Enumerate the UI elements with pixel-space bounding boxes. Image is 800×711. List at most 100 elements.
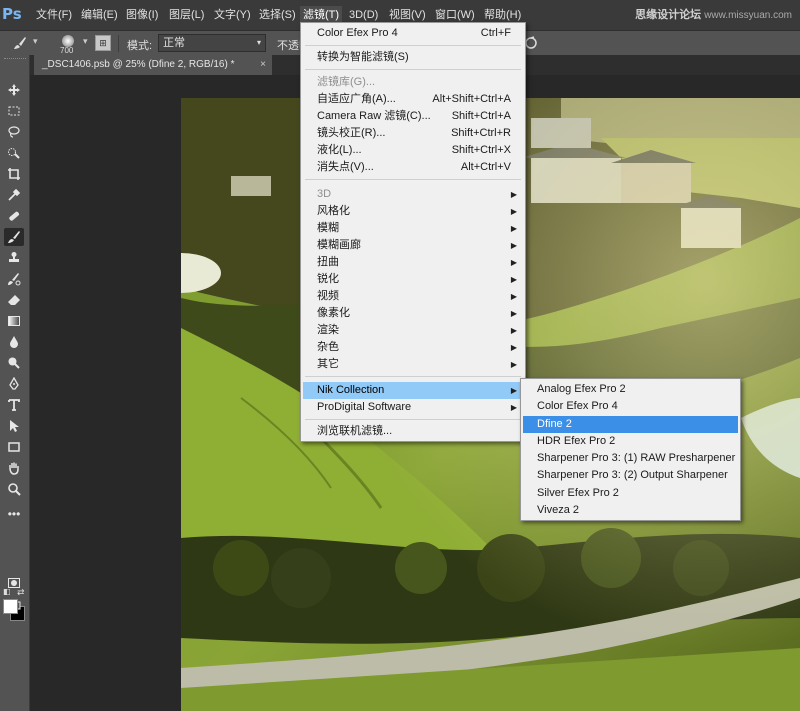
nik-item-analog-efex[interactable]: Analog Efex Pro 2 (523, 381, 738, 398)
watermark-url: www.missyuan.com (704, 10, 792, 21)
submenu-arrow-icon: ▶ (510, 207, 517, 216)
filter-menu-item-blur[interactable]: 模糊 ▶ (303, 220, 523, 237)
submenu-arrow-icon: ▶ (510, 360, 517, 369)
foreground-color-swatch[interactable] (3, 599, 18, 614)
filter-menu-item-vanishing-point[interactable]: 消失点(V)... Alt+Ctrl+V (303, 159, 523, 176)
submenu-arrow-icon: ▶ (510, 326, 517, 335)
menu-file[interactable]: 文件(F) (33, 6, 75, 24)
dodge-icon[interactable] (4, 354, 24, 372)
zoom-icon[interactable] (4, 480, 24, 498)
photoshop-logo: Ps (2, 5, 22, 23)
document-tab[interactable]: _DSC1406.psb @ 25% (Dfine 2, RGB/16) * × (34, 55, 272, 75)
gradient-icon[interactable] (4, 312, 24, 330)
pen-icon[interactable] (4, 375, 24, 393)
menu-select[interactable]: 选择(S) (256, 6, 299, 24)
filter-menu-item-liquify[interactable]: 液化(L)... Shift+Ctrl+X (303, 142, 523, 159)
filter-menu-item-stylize[interactable]: 风格化 ▶ (303, 203, 523, 220)
submenu-arrow-icon: ▶ (510, 403, 517, 412)
filter-menu-item-adaptive-wide-angle[interactable]: 自适应广角(A)... Alt+Shift+Ctrl+A (303, 91, 523, 108)
filter-menu-item-sharpen[interactable]: 锐化 ▶ (303, 271, 523, 288)
brush-panel-toggle-icon[interactable]: ⊞ (95, 35, 111, 51)
filter-menu-item-distort[interactable]: 扭曲 ▶ (303, 254, 523, 271)
nik-item-viveza[interactable]: Viveza 2 (523, 502, 738, 519)
menu-separator (305, 419, 521, 420)
nik-item-hdr-efex[interactable]: HDR Efex Pro 2 (523, 433, 738, 450)
brush-tool-preset-icon[interactable] (12, 35, 28, 51)
filter-menu-item-blur-gallery[interactable]: 模糊画廊 ▶ (303, 237, 523, 254)
filter-menu-item-gallery: 滤镜库(G)... (317, 76, 376, 88)
clone-stamp-icon[interactable] (4, 249, 24, 267)
submenu-arrow-icon: ▶ (510, 224, 517, 233)
quick-select-icon[interactable] (4, 144, 24, 162)
close-icon[interactable]: × (260, 55, 266, 75)
menu-layer[interactable]: 图层(L) (166, 6, 207, 24)
menu-separator (305, 179, 521, 180)
filter-menu-item-last-filter[interactable]: Color Efex Pro 4 Ctrl+F (303, 25, 523, 42)
more-tools-icon[interactable]: ••• (4, 505, 24, 523)
brush-size-picker[interactable]: 700 (55, 33, 81, 55)
menu-type[interactable]: 文字(Y) (211, 6, 254, 24)
chevron-down-icon[interactable]: ▾ (83, 36, 88, 47)
filter-menu-item-video[interactable]: 视频 ▶ (303, 288, 523, 305)
healing-icon[interactable] (4, 207, 24, 225)
filter-menu-item-camera-raw[interactable]: Camera Raw 滤镜(C)... Shift+Ctrl+A (303, 108, 523, 125)
submenu-arrow-icon: ▶ (510, 343, 517, 352)
filter-menu: Color Efex Pro 4 Ctrl+F 转换为智能滤镜(S) 滤镜库(G)… (300, 22, 526, 442)
move-icon[interactable] (4, 81, 24, 99)
pressure-icon[interactable] (524, 36, 538, 50)
menu-separator (305, 376, 521, 377)
mode-label: 模式: (127, 40, 153, 52)
menu-edit[interactable]: 编辑(E) (78, 6, 121, 24)
filter-menu-item-lens-correction[interactable]: 镜头校正(R)... Shift+Ctrl+R (303, 125, 523, 142)
tools-panel: ••• ◧ ⇄ (0, 55, 30, 711)
filter-menu-item-3d: 3D ▶ (303, 186, 523, 203)
filter-menu-item-convert-smart[interactable]: 转换为智能滤镜(S) (303, 49, 523, 66)
filter-menu-item-browse-online[interactable]: 浏览联机滤镜... (303, 423, 523, 440)
submenu-arrow-icon: ▶ (510, 386, 517, 395)
nik-item-sharpener-output[interactable]: Sharpener Pro 3: (2) Output Sharpener (523, 467, 738, 484)
brush-size-value: 700 (60, 46, 74, 55)
nik-collection-submenu: Analog Efex Pro 2 Color Efex Pro 4 Dfine… (520, 378, 741, 521)
submenu-arrow-icon: ▶ (510, 309, 517, 318)
nik-item-dfine[interactable]: Dfine 2 (523, 416, 738, 433)
menu-separator (305, 69, 521, 70)
chevron-down-icon[interactable]: ▾ (33, 36, 38, 47)
rectangle-icon[interactable] (4, 438, 24, 456)
nik-item-color-efex[interactable]: Color Efex Pro 4 (523, 398, 738, 415)
divider (118, 35, 119, 52)
document-tab-title: _DSC1406.psb @ 25% (Dfine 2, RGB/16) * (42, 59, 235, 70)
mode-value: 正常 (163, 37, 185, 49)
chevron-down-icon: ▾ (256, 38, 261, 47)
mode-select[interactable]: 正常 ▾ (158, 34, 266, 52)
lasso-icon[interactable] (4, 123, 24, 141)
submenu-arrow-icon: ▶ (510, 275, 517, 284)
filter-menu-item-other[interactable]: 其它 ▶ (303, 356, 523, 373)
quick-mask-icon[interactable] (4, 574, 24, 592)
eyedropper-icon[interactable] (4, 186, 24, 204)
watermark: 思缘设计论坛 www.missyuan.com (635, 6, 792, 22)
panel-grip[interactable] (4, 58, 26, 62)
type-icon[interactable] (4, 396, 24, 414)
menu-separator (305, 45, 521, 46)
eraser-icon[interactable] (4, 291, 24, 309)
submenu-arrow-icon: ▶ (510, 190, 517, 199)
crop-icon[interactable] (4, 165, 24, 183)
nik-item-silver-efex[interactable]: Silver Efex Pro 2 (523, 485, 738, 502)
filter-menu-item-render[interactable]: 渲染 ▶ (303, 322, 523, 339)
history-brush-icon[interactable] (4, 270, 24, 288)
marquee-icon[interactable] (4, 102, 24, 120)
blur-icon[interactable] (4, 333, 24, 351)
hand-icon[interactable] (4, 459, 24, 477)
nik-item-sharpener-raw[interactable]: Sharpener Pro 3: (1) RAW Presharpener (523, 450, 738, 467)
path-select-icon[interactable] (4, 417, 24, 435)
filter-menu-item-nik-collection[interactable]: Nik Collection ▶ (303, 382, 523, 399)
submenu-arrow-icon: ▶ (510, 241, 517, 250)
filter-menu-item-pixelate[interactable]: 像素化 ▶ (303, 305, 523, 322)
brush-icon[interactable] (4, 228, 24, 246)
menu-image[interactable]: 图像(I) (123, 6, 161, 24)
submenu-arrow-icon: ▶ (510, 258, 517, 267)
filter-menu-item-noise[interactable]: 杂色 ▶ (303, 339, 523, 356)
filter-menu-item-prodigital[interactable]: ProDigital Software ▶ (303, 399, 523, 416)
watermark-cn: 思缘设计论坛 (635, 9, 702, 21)
submenu-arrow-icon: ▶ (510, 292, 517, 301)
